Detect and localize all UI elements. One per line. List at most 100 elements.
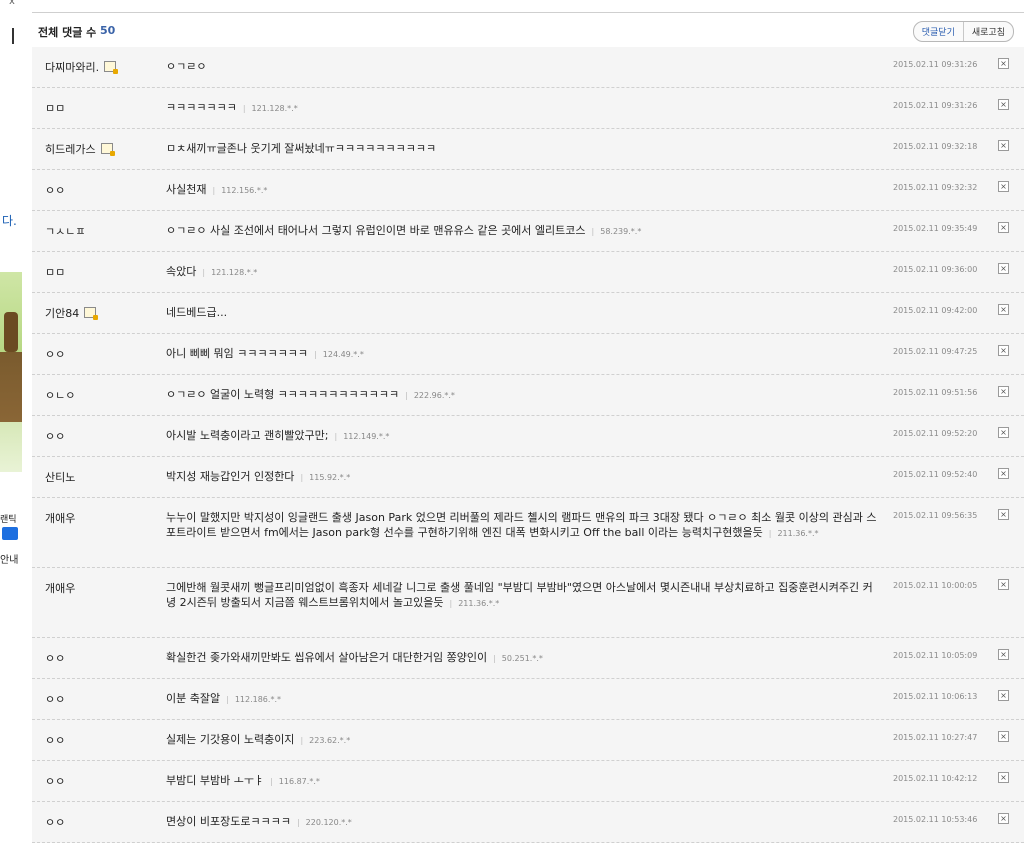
- comment-nickname[interactable]: ㅇㅇ: [45, 182, 65, 198]
- comment-date: 2015.02.11 10:27:47: [893, 733, 978, 742]
- delete-comment-icon[interactable]: ×: [998, 304, 1009, 315]
- comment-row: ㅁㅁ ㅋㅋㅋㅋㅋㅋㅋ 121.128.*.* 2015.02.11 09:31:26 ×: [32, 88, 1024, 129]
- nickname-text[interactable]: ㅇㅇ: [45, 734, 65, 747]
- comment-nickname[interactable]: 기안84: [45, 305, 99, 321]
- delete-comment-icon[interactable]: ×: [998, 263, 1009, 274]
- delete-comment-icon[interactable]: ×: [998, 386, 1009, 397]
- comment-row: ㅇㅇ 아시발 노력충이라고 괜히빨았구만; 112.149.*.* 2015.02.1…: [32, 416, 1024, 457]
- nickname-text[interactable]: ㅇㄴㅇ: [45, 389, 75, 402]
- comment-nickname[interactable]: 개애우: [45, 580, 75, 596]
- nickname-text[interactable]: 개애우: [45, 582, 75, 595]
- delete-comment-icon[interactable]: ×: [998, 58, 1009, 69]
- delete-comment-icon[interactable]: ×: [998, 813, 1009, 824]
- nickname-text[interactable]: ㅇㅇ: [45, 775, 65, 788]
- comment-content: 이분 축잘알 112.186.*.*: [166, 691, 882, 707]
- delete-comment-icon[interactable]: ×: [998, 181, 1009, 192]
- refresh-button[interactable]: 새로고침: [964, 22, 1013, 41]
- comment-nickname[interactable]: ㅁㅁ: [45, 264, 65, 280]
- delete-comment-icon[interactable]: ×: [998, 579, 1009, 590]
- gallog-icon[interactable]: [100, 143, 115, 156]
- comment-date: 2015.02.11 09:32:18: [893, 142, 978, 151]
- close-icon[interactable]: x: [9, 0, 15, 7]
- delete-comment-icon[interactable]: ×: [998, 427, 1009, 438]
- comment-content: ㅇㄱㄹㅇ: [166, 59, 882, 74]
- comment-date: 2015.02.11 10:00:05: [893, 581, 978, 590]
- delete-comment-icon[interactable]: ×: [998, 468, 1009, 479]
- comment-row: 개애우 그에반해 월콧새끼 뻥글프리미엄없이 흑종자 세네갈 니그로 출생 풀네임…: [32, 568, 1024, 638]
- sidebar-text-ticket: 랜틱: [0, 515, 17, 525]
- delete-comment-icon[interactable]: ×: [998, 690, 1009, 701]
- comment-nickname[interactable]: 산티노: [45, 469, 75, 485]
- nickname-text[interactable]: ㅇㅇ: [45, 348, 65, 361]
- comment-nickname[interactable]: ㄱㅅㄴㅍ: [45, 223, 85, 239]
- comment-content: 박지성 재능갑인거 인정한다 115.92.*.*: [166, 469, 882, 485]
- comments-header: 전체 댓글 수 50 댓글닫기 새로고침: [32, 14, 1024, 48]
- delete-comment-icon[interactable]: ×: [998, 222, 1009, 233]
- comment-content: 누누이 말했지만 박지성이 잉글랜드 출생 Jason Park 었으면 리버풀…: [166, 510, 882, 541]
- nickname-text[interactable]: 다찌마와리.: [45, 61, 99, 74]
- nickname-text[interactable]: 개애우: [45, 512, 75, 525]
- delete-comment-icon[interactable]: ×: [998, 140, 1009, 151]
- comment-nickname[interactable]: ㅇㅇ: [45, 773, 65, 789]
- comment-nickname[interactable]: ㅁㅁ: [45, 100, 65, 116]
- comment-text: 부밤디 부밤바 ㅗㅜㅑ: [166, 774, 265, 787]
- nickname-text[interactable]: 기안84: [45, 307, 79, 320]
- nickname-text[interactable]: ㅇㅇ: [45, 430, 65, 443]
- comment-nickname[interactable]: 히드레가스: [45, 141, 115, 157]
- comment-ip: 121.128.*.*: [202, 268, 257, 277]
- comment-nickname[interactable]: ㅇㅇ: [45, 346, 65, 362]
- comment-row: ㅇㅇ 확실한건 좆가와새끼만봐도 씹유에서 살아남은거 대단한거임 쫑양인이 50.…: [32, 638, 1024, 679]
- comment-text: 그에반해 월콧새끼 뻥글프리미엄없이 흑종자 세네갈 니그로 출생 풀네임 "부…: [166, 581, 873, 609]
- nickname-text[interactable]: ㅇㅇ: [45, 693, 65, 706]
- comment-nickname[interactable]: ㅇㅇ: [45, 428, 65, 444]
- comment-date: 2015.02.11 09:35:49: [893, 224, 978, 233]
- delete-comment-icon[interactable]: ×: [998, 345, 1009, 356]
- comment-date: 2015.02.11 09:31:26: [893, 60, 978, 69]
- gallog-icon[interactable]: [84, 307, 99, 320]
- delete-comment-icon[interactable]: ×: [998, 649, 1009, 660]
- comment-nickname[interactable]: ㅇㅇ: [45, 732, 65, 748]
- banner-illustration[interactable]: [0, 272, 22, 472]
- comment-nickname[interactable]: 개애우: [45, 510, 75, 526]
- comment-row: ㅇㅇ 부밤디 부밤바 ㅗㅜㅑ 116.87.*.* 2015.02.11 10:42:…: [32, 761, 1024, 802]
- comment-date: 2015.02.11 09:56:35: [893, 511, 978, 520]
- nickname-text[interactable]: 히드레가스: [45, 143, 96, 156]
- comment-row: ㅇㅇ 사실천재 112.156.*.* 2015.02.11 09:32:32 ×: [32, 170, 1024, 211]
- delete-comment-icon[interactable]: ×: [998, 772, 1009, 783]
- comment-content: 아니 삐삐 뭐임 ㅋㅋㅋㅋㅋㅋㅋ 124.49.*.*: [166, 346, 882, 362]
- close-comments-button[interactable]: 댓글닫기: [914, 22, 964, 41]
- nickname-text[interactable]: ㄱㅅㄴㅍ: [45, 225, 85, 238]
- delete-comment-icon[interactable]: ×: [998, 99, 1009, 110]
- comment-content: 확실한건 좆가와새끼만봐도 씹유에서 살아남은거 대단한거임 쫑양인이 50.25…: [166, 650, 882, 666]
- delete-comment-icon[interactable]: ×: [998, 509, 1009, 520]
- comment-ip: 116.87.*.*: [270, 777, 320, 786]
- comment-date: 2015.02.11 09:47:25: [893, 347, 978, 356]
- banner-logo[interactable]: [2, 527, 18, 540]
- comment-date: 2015.02.11 09:51:56: [893, 388, 978, 397]
- comment-nickname[interactable]: ㅇㅇ: [45, 814, 65, 830]
- gallog-icon[interactable]: [104, 61, 119, 74]
- comment-date: 2015.02.11 09:42:00: [893, 306, 978, 315]
- comment-nickname[interactable]: 다찌마와리.: [45, 59, 119, 75]
- comment-nickname[interactable]: ㅇㅇ: [45, 691, 65, 707]
- comment-actions: 댓글닫기 새로고침: [912, 21, 1014, 42]
- sidebar-text-da[interactable]: 다.: [2, 212, 17, 229]
- delete-comment-icon[interactable]: ×: [998, 731, 1009, 742]
- comment-nickname[interactable]: ㅇㄴㅇ: [45, 387, 75, 403]
- nickname-text[interactable]: 산티노: [45, 471, 75, 484]
- comment-text: 실제는 기갓용이 노력충이지: [166, 733, 295, 746]
- comment-text: ㅁㅊ새끼ㅠ글존나 웃기게 잘써놨네ㅠㅋㅋㅋㅋㅋㅋㅋㅋㅋㅋ: [166, 142, 437, 155]
- nickname-text[interactable]: ㅇㅇ: [45, 816, 65, 829]
- comment-nickname[interactable]: ㅇㅇ: [45, 650, 65, 666]
- comment-date: 2015.02.11 09:31:26: [893, 101, 978, 110]
- nickname-text[interactable]: ㅇㅇ: [45, 652, 65, 665]
- comment-row: 다찌마와리. ㅇㄱㄹㅇ 2015.02.11 09:31:26 ×: [32, 47, 1024, 88]
- comment-row: ㅇㅇ 실제는 기갓용이 노력충이지 223.62.*.* 2015.02.11 10:…: [32, 720, 1024, 761]
- comment-date: 2015.02.11 09:52:40: [893, 470, 978, 479]
- nickname-text[interactable]: ㅁㅁ: [45, 266, 65, 279]
- sidebar-text-guide[interactable]: 안내: [0, 551, 18, 566]
- comment-row: 히드레가스 ㅁㅊ새끼ㅠ글존나 웃기게 잘써놨네ㅠㅋㅋㅋㅋㅋㅋㅋㅋㅋㅋ 2015.02…: [32, 129, 1024, 170]
- nickname-text[interactable]: ㅁㅁ: [45, 102, 65, 115]
- comment-ip: 222.96.*.*: [405, 391, 455, 400]
- nickname-text[interactable]: ㅇㅇ: [45, 184, 65, 197]
